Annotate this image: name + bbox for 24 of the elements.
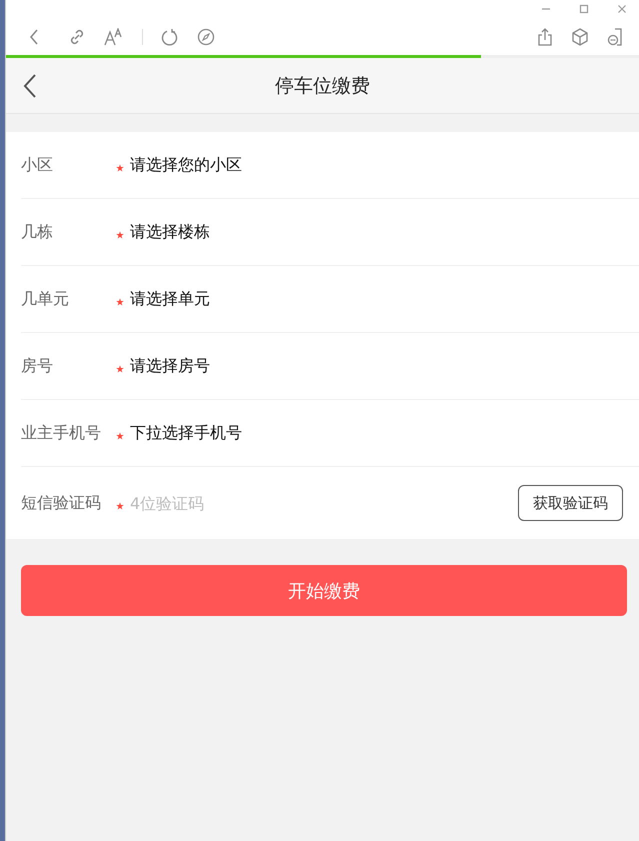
link-icon[interactable] xyxy=(68,28,86,46)
field-label: 几栋 xyxy=(21,222,54,242)
select-field[interactable]: 下拉选择手机号 xyxy=(130,422,242,444)
field-label: 小区 xyxy=(21,154,54,176)
maximize-icon[interactable] xyxy=(579,4,589,14)
field-label: 业主手机号 xyxy=(21,422,102,444)
back-icon[interactable] xyxy=(22,73,38,99)
back-icon[interactable] xyxy=(28,28,40,46)
select-field[interactable]: 请选择单元 xyxy=(130,288,210,310)
cube-icon[interactable] xyxy=(571,28,589,46)
select-field[interactable]: 请选择您的小区 xyxy=(130,154,242,176)
field-label: 短信验证码 xyxy=(21,492,102,514)
page-title: 停车位缴费 xyxy=(275,74,370,98)
field-label: 房号 xyxy=(21,356,54,376)
font-size-icon[interactable] xyxy=(104,28,124,46)
compass-icon[interactable] xyxy=(197,28,215,46)
get-code-button[interactable]: 获取验证码 xyxy=(518,485,623,521)
refresh-icon[interactable] xyxy=(161,28,179,46)
code-input[interactable]: 4位验证码 xyxy=(130,494,518,512)
close-icon[interactable] xyxy=(617,4,627,14)
share-icon[interactable] xyxy=(537,28,553,46)
select-field[interactable]: 请选择房号 xyxy=(130,356,210,376)
select-field[interactable]: 请选择楼栋 xyxy=(130,222,210,242)
field-label: 几单元 xyxy=(21,288,70,310)
